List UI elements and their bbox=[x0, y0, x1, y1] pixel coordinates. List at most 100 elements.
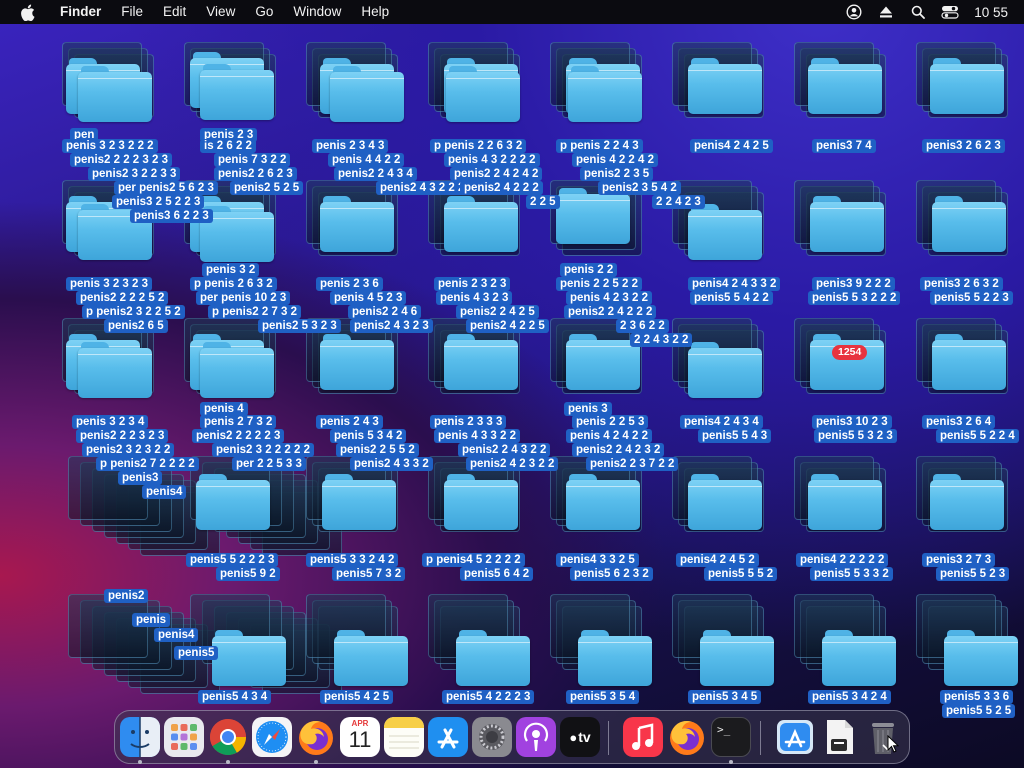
menu-edit[interactable]: Edit bbox=[153, 0, 196, 24]
folder-icon[interactable] bbox=[78, 66, 152, 122]
eject-icon[interactable] bbox=[875, 0, 897, 24]
folder-label[interactable]: penis4 2 4 3 4 bbox=[680, 415, 763, 429]
folder-label[interactable]: penis3 6 2 2 3 bbox=[130, 209, 213, 223]
document-stack-icon[interactable] bbox=[819, 717, 859, 757]
folder-label[interactable]: penis3 2 6 2 3 bbox=[922, 139, 1005, 153]
folder-label[interactable]: penis3 7 4 bbox=[812, 139, 876, 153]
folder-label[interactable]: p penis2 2 7 3 2 bbox=[208, 305, 302, 319]
notes-icon[interactable] bbox=[384, 717, 424, 757]
apple-tv-icon[interactable]: ● tv bbox=[560, 717, 600, 757]
folder-icon[interactable] bbox=[932, 334, 1006, 390]
folder-label[interactable]: per 2 2 5 3 3 bbox=[232, 457, 306, 471]
folder-label[interactable]: penis5 4 2 5 bbox=[320, 690, 394, 704]
folder-label[interactable]: penis 2 3 4 3 bbox=[312, 139, 389, 153]
folder-icon[interactable] bbox=[700, 630, 774, 686]
search-icon[interactable] bbox=[907, 0, 929, 24]
folder-label[interactable]: penis2 4 2 3 2 2 bbox=[466, 457, 559, 471]
apple-icon[interactable] bbox=[18, 3, 36, 21]
folder-label[interactable]: penis 2 3 3 3 bbox=[430, 415, 507, 429]
folder-label[interactable]: penis5 3 5 4 bbox=[566, 690, 640, 704]
folder-label[interactable]: p penis2 7 2 2 2 2 bbox=[96, 457, 199, 471]
folder-icon[interactable] bbox=[320, 334, 394, 390]
folder-icon[interactable] bbox=[568, 66, 642, 122]
terminal-icon[interactable]: >_ bbox=[711, 717, 751, 757]
folder-label[interactable]: penis 3 bbox=[564, 402, 612, 416]
folder-icon[interactable] bbox=[578, 630, 652, 686]
menu-app-name[interactable]: Finder bbox=[50, 0, 111, 24]
folder-icon[interactable] bbox=[456, 630, 530, 686]
folder-label[interactable]: penis3 10 2 3 bbox=[812, 415, 892, 429]
folder-label[interactable]: penis5 3 4 2 4 bbox=[808, 690, 891, 704]
folder-icon[interactable] bbox=[688, 474, 762, 530]
folder-label[interactable]: penis 3 2 3 2 2 2 bbox=[62, 139, 158, 153]
folder-label[interactable]: penis 2 3 6 bbox=[316, 277, 383, 291]
folder-label[interactable]: penis2 2 5 5 2 bbox=[336, 443, 419, 457]
folder-label[interactable]: penis 4 4 2 2 bbox=[328, 153, 405, 167]
folder-label[interactable]: 2 3 6 2 2 bbox=[616, 319, 669, 333]
folder-icon[interactable] bbox=[932, 196, 1006, 252]
folder-icon[interactable] bbox=[808, 474, 882, 530]
folder-icon[interactable] bbox=[688, 204, 762, 260]
folder-icon[interactable] bbox=[930, 474, 1004, 530]
system-settings-icon[interactable] bbox=[472, 717, 512, 757]
menu-go[interactable]: Go bbox=[245, 0, 283, 24]
firefox-icon-2[interactable] bbox=[667, 717, 707, 757]
menu-clock[interactable]: 10 55 bbox=[966, 5, 1024, 20]
folder-label[interactable]: p penis 2 2 6 3 2 bbox=[430, 139, 527, 153]
folder-label[interactable]: penis2 2 4 2 3 2 bbox=[572, 443, 665, 457]
folder-label[interactable]: penis2 3 2 2 2 2 2 bbox=[212, 443, 314, 457]
folder-icon[interactable] bbox=[196, 474, 270, 530]
folder-icon[interactable] bbox=[688, 342, 762, 398]
folder-label[interactable]: penis5 4 2 2 2 3 bbox=[442, 690, 535, 704]
folder-label[interactable]: penis5 6 4 2 bbox=[460, 567, 534, 581]
folder-label[interactable]: penis 4 3 2 3 bbox=[436, 291, 513, 305]
folder-label[interactable]: penis5 3 4 5 bbox=[688, 690, 762, 704]
folder-label[interactable]: 2 2 4 3 2 2 bbox=[630, 333, 693, 347]
folder-label[interactable]: penis5 5 3 2 2 2 bbox=[808, 291, 901, 305]
folder-icon[interactable] bbox=[688, 58, 762, 114]
folder-label[interactable]: penis 5 3 4 2 bbox=[330, 429, 407, 443]
folder-label[interactable]: penis2 2 2 2 5 2 bbox=[76, 291, 169, 305]
downloads-stack-icon[interactable] bbox=[775, 717, 815, 757]
folder-label[interactable]: penis 4 2 4 2 2 bbox=[566, 429, 652, 443]
finder-icon[interactable] bbox=[120, 717, 160, 757]
app-store-icon[interactable] bbox=[428, 717, 468, 757]
folder-label[interactable]: penis 4 2 3 2 2 bbox=[566, 291, 652, 305]
folder-label[interactable]: penis 2 2 bbox=[560, 263, 618, 277]
folder-label[interactable]: penis5 5 2 2 4 bbox=[936, 429, 1019, 443]
folder-label[interactable]: penis5 6 2 3 2 bbox=[570, 567, 653, 581]
folder-icon[interactable] bbox=[446, 66, 520, 122]
control-center-icon[interactable] bbox=[939, 0, 961, 24]
folder-label[interactable]: penis2 4 2 2 2 bbox=[460, 181, 543, 195]
folder-label[interactable]: penis5 5 4 3 bbox=[698, 429, 772, 443]
folder-label[interactable]: penis bbox=[132, 613, 171, 627]
folder-label[interactable]: p penis 2 2 4 3 bbox=[556, 139, 643, 153]
folder-label[interactable]: penis2 2 4 3 2 2 bbox=[458, 443, 551, 457]
folder-label[interactable]: penis2 2 2 2 3 2 3 bbox=[70, 153, 172, 167]
folder-label[interactable]: penis4 2 4 2 5 bbox=[690, 139, 773, 153]
folder-label[interactable]: penis5 5 2 3 bbox=[936, 567, 1010, 581]
folder-label[interactable]: penis4 bbox=[154, 628, 199, 642]
folder-icon[interactable] bbox=[822, 630, 896, 686]
folder-icon[interactable] bbox=[944, 630, 1018, 686]
folder-label[interactable]: penis4 bbox=[142, 485, 187, 499]
chrome-icon[interactable] bbox=[208, 717, 248, 757]
folder-label[interactable]: penis5 9 2 bbox=[216, 567, 280, 581]
folder-label[interactable]: per penis2 5 6 2 3 bbox=[114, 181, 218, 195]
folder-label[interactable]: p penis4 5 2 2 2 2 bbox=[422, 553, 525, 567]
folder-icon[interactable] bbox=[334, 630, 408, 686]
folder-label[interactable]: penis2 2 3 7 2 2 bbox=[586, 457, 679, 471]
folder-label[interactable]: penis5 5 3 3 2 bbox=[810, 567, 893, 581]
menu-file[interactable]: File bbox=[111, 0, 153, 24]
folder-label[interactable]: penis 4 3 3 2 2 bbox=[434, 429, 520, 443]
folder-label[interactable]: penis2 3 2 2 3 3 bbox=[88, 167, 181, 181]
folder-icon[interactable] bbox=[330, 66, 404, 122]
menu-view[interactable]: View bbox=[196, 0, 245, 24]
folder-label[interactable]: penis2 bbox=[104, 589, 149, 603]
folder-label[interactable]: penis2 2 4 2 4 2 bbox=[450, 167, 543, 181]
folder-label[interactable]: penis2 5 3 2 3 bbox=[258, 319, 341, 333]
folder-label[interactable]: p penis 2 6 3 2 bbox=[190, 277, 277, 291]
folder-label[interactable]: penis 2 2 5 3 bbox=[572, 415, 649, 429]
folder-label[interactable]: penis 3 2 bbox=[202, 263, 260, 277]
folder-icon[interactable] bbox=[566, 474, 640, 530]
